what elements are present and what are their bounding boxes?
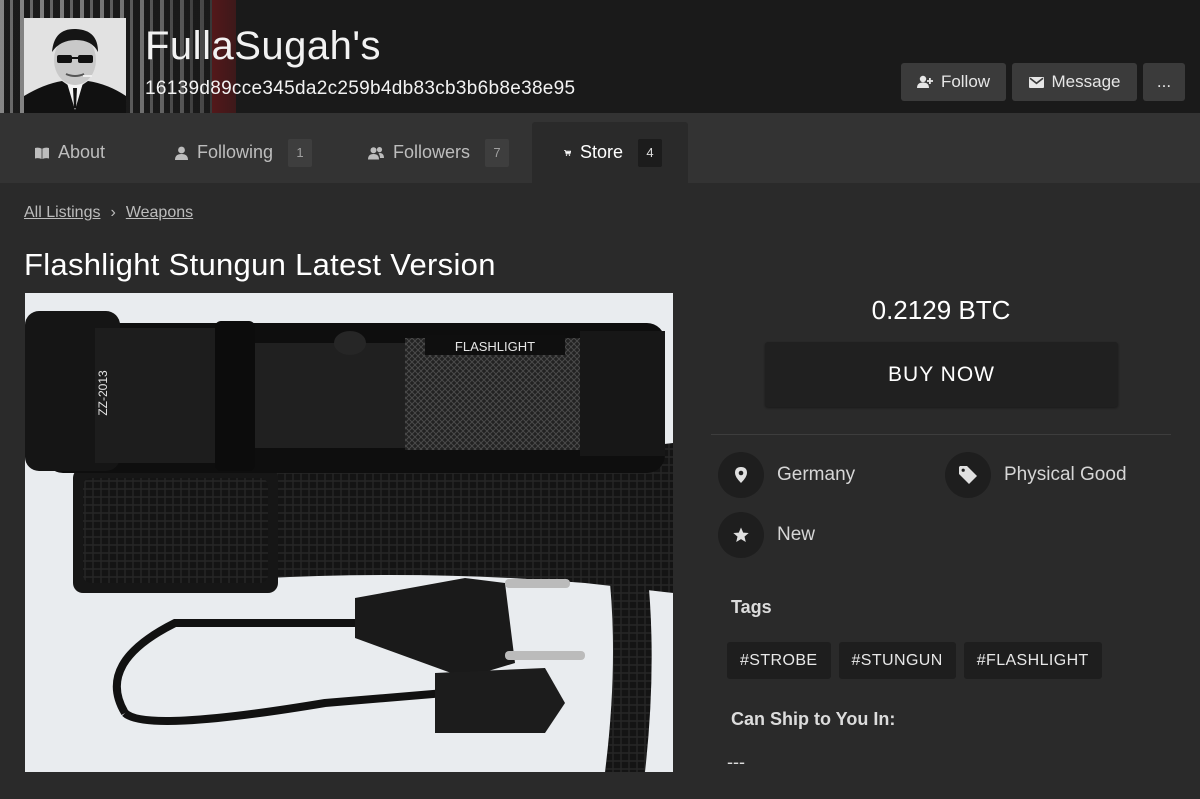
cart-icon: [564, 149, 571, 156]
item-type-badge: [945, 452, 991, 498]
envelope-icon: [1028, 76, 1044, 88]
more-options-button[interactable]: ...: [1143, 63, 1185, 101]
ship-to-value: ---: [727, 752, 745, 772]
tags-heading: Tags: [731, 597, 772, 617]
star-icon: [733, 527, 749, 542]
listing-price: 0.2129 BTC: [871, 295, 1011, 325]
section-divider: [711, 434, 1171, 435]
photo-model-text: ZZ-2013: [96, 370, 110, 416]
tab-following-label: Following: [197, 142, 274, 162]
more-options-label: ...: [1156, 72, 1172, 91]
map-pin-icon: [735, 467, 747, 483]
store-header: FullaSugah's 16139d89cce345da2c259b4db83…: [0, 0, 1200, 113]
flashlight-stungun-photo: FLASHLIGHT ZZ-2013: [25, 293, 673, 772]
tab-followers-label: Followers: [393, 142, 471, 162]
avatar-portrait: [24, 18, 126, 113]
tag-icon: [959, 466, 977, 484]
tab-followers[interactable]: Followers 7: [368, 122, 510, 183]
ships-from-info: Germany: [718, 452, 855, 498]
follow-button-label: Follow: [940, 72, 991, 91]
tab-about-label: About: [58, 142, 106, 162]
location-badge: [718, 452, 764, 498]
store-guid: 16139d89cce345da2c259b4db83cb3b6b8e38e95: [145, 78, 576, 99]
photo-brand-text: FLASHLIGHT: [455, 339, 535, 354]
add-person-icon: [916, 75, 933, 88]
condition-badge: [718, 512, 764, 558]
people-icon: [368, 146, 384, 159]
following-count-badge: 1: [288, 138, 313, 167]
item-type-label: Physical Good: [1004, 464, 1127, 485]
listing-title: Flashlight Stungun Latest Version: [24, 247, 496, 282]
buy-now-button[interactable]: BUY NOW: [765, 342, 1118, 407]
tag-list: #STROBE #STUNGUN #FLASHLIGHT: [727, 642, 1102, 679]
followers-count-badge: 7: [485, 138, 510, 167]
breadcrumb-separator: ›: [110, 204, 116, 221]
store-name: FullaSugah's: [145, 24, 381, 68]
listing-photo[interactable]: FLASHLIGHT ZZ-2013: [25, 293, 673, 772]
tab-following[interactable]: Following 1: [175, 122, 313, 183]
person-icon: [175, 146, 188, 160]
item-type-info: Physical Good: [945, 452, 1127, 498]
book-icon: [35, 147, 49, 159]
tab-store-label: Store: [579, 142, 623, 162]
location-label: Germany: [777, 464, 856, 485]
condition-label: New: [777, 524, 816, 545]
avatar[interactable]: [24, 18, 126, 113]
message-button-label: Message: [1051, 72, 1121, 91]
tag-chip[interactable]: #FLASHLIGHT: [963, 642, 1102, 679]
message-button[interactable]: Message: [1012, 63, 1137, 101]
tab-store[interactable]: Store 4: [532, 122, 688, 183]
follow-button[interactable]: Follow: [901, 63, 1006, 101]
tag-chip[interactable]: #STROBE: [727, 642, 831, 679]
breadcrumb: All Listings › Weapons: [24, 204, 193, 222]
buy-now-label: BUY NOW: [888, 362, 995, 386]
profile-tabs: About Following 1 Followers 7 Store 4: [0, 113, 1200, 183]
tag-chip[interactable]: #STUNGUN: [838, 642, 956, 679]
condition-info: New: [718, 512, 815, 558]
breadcrumb-all-listings-link[interactable]: All Listings: [24, 204, 100, 222]
ship-to-heading: Can Ship to You In:: [731, 709, 896, 729]
store-count-badge: 4: [638, 138, 662, 167]
tab-about[interactable]: About: [35, 122, 105, 183]
breadcrumb-category-link[interactable]: Weapons: [126, 204, 193, 222]
